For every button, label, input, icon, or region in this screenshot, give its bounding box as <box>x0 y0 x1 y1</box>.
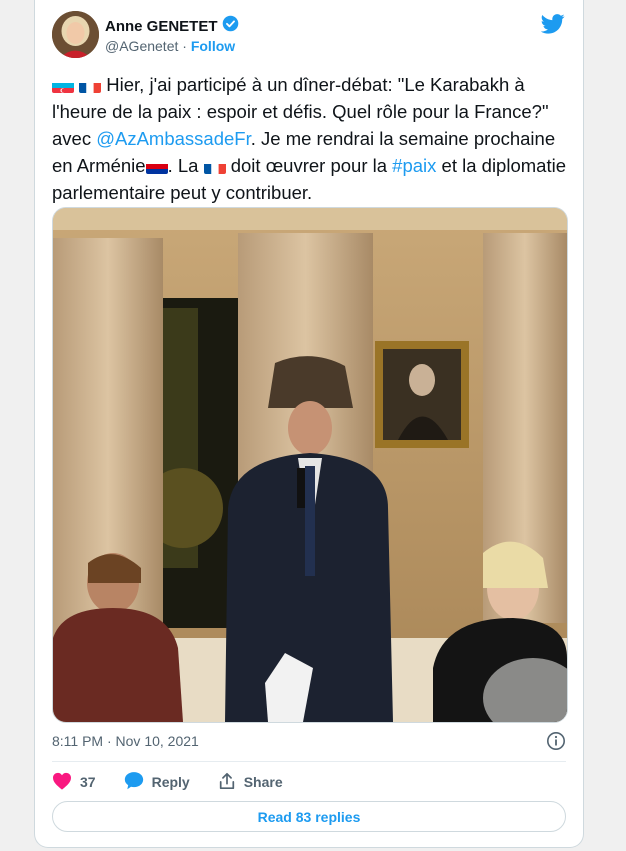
share-icon <box>218 772 236 793</box>
armenia-flag-icon <box>145 159 168 174</box>
france-flag-icon <box>203 159 226 174</box>
tweet-text-part4: doit œuvrer pour la <box>225 155 393 176</box>
reply-bubble-icon <box>124 771 144 793</box>
avatar[interactable] <box>52 11 99 58</box>
hashtag-link[interactable]: #paix <box>392 155 436 176</box>
tweet-card: Anne GENETET @AGenetet · Follow Hier, j'… <box>34 0 584 848</box>
tweet-timestamp[interactable]: 8:11 PM · Nov 10, 2021 <box>52 733 199 749</box>
divider <box>52 761 566 762</box>
heart-icon <box>52 772 72 793</box>
twitter-bird-icon[interactable] <box>540 14 565 39</box>
tweet-text: Hier, j'ai participé à un dîner-débat: "… <box>52 71 572 206</box>
france-flag-icon <box>79 78 102 93</box>
reply-label: Reply <box>151 774 190 790</box>
reply-button[interactable]: Reply <box>124 771 190 793</box>
read-replies-button[interactable]: Read 83 replies <box>52 801 566 832</box>
azerbaijan-flag-icon <box>52 78 74 93</box>
author-name[interactable]: Anne GENETET <box>105 18 218 35</box>
follow-link[interactable]: Follow <box>191 38 235 54</box>
info-icon[interactable] <box>546 731 566 756</box>
share-button[interactable]: Share <box>218 772 283 793</box>
handle-separator: · <box>182 38 187 54</box>
mention-link[interactable]: @AzAmbassadeFr <box>96 128 251 149</box>
verified-badge-icon <box>222 15 239 37</box>
author-handle[interactable]: @AGenetet <box>105 38 178 54</box>
share-label: Share <box>243 774 283 790</box>
like-count: 37 <box>80 774 96 790</box>
tweet-text-part3: . La <box>167 155 204 176</box>
action-bar: 37 Reply Share <box>52 770 311 794</box>
tweet-photo[interactable] <box>52 207 568 723</box>
like-button[interactable]: 37 <box>52 772 96 793</box>
author-handle-row: @AGenetet · Follow <box>105 38 235 54</box>
author-name-row[interactable]: Anne GENETET <box>105 15 239 37</box>
